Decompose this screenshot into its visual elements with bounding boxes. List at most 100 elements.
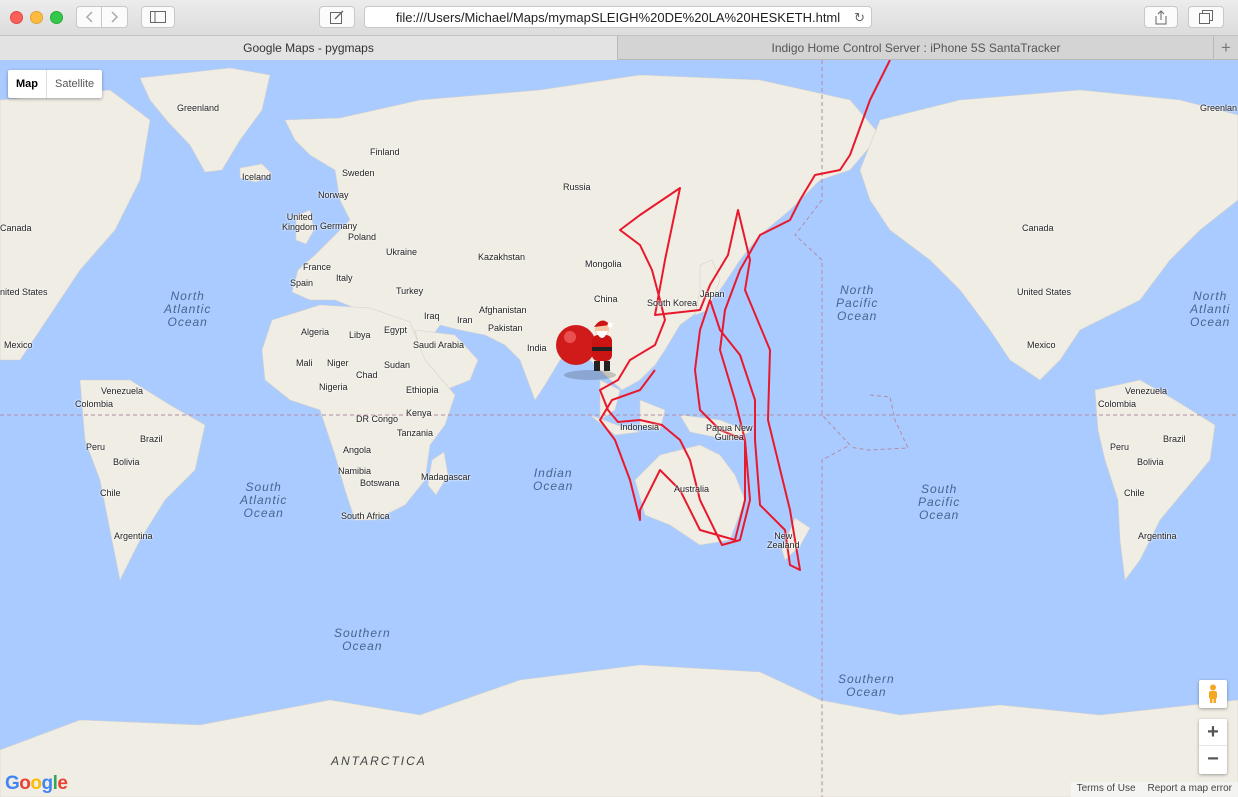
label-iraq: Iraq: [424, 311, 440, 321]
compose-button[interactable]: [319, 6, 355, 28]
landmass-antarctica: [0, 664, 1238, 797]
label-south-africa: South Africa: [341, 511, 390, 521]
label-brazil: Brazil: [140, 434, 163, 444]
label-argentina: Argentina: [1138, 531, 1177, 541]
back-icon: [85, 11, 93, 23]
label-france: France: [303, 262, 332, 272]
compose-icon: [330, 10, 344, 24]
reload-icon[interactable]: ↻: [854, 10, 865, 26]
label-india: India: [527, 343, 547, 353]
pegman-icon: [1209, 684, 1217, 703]
report-map-error-link[interactable]: Report a map error: [1142, 782, 1238, 797]
label-norway: Norway: [318, 190, 349, 200]
plus-icon: +: [1221, 38, 1231, 57]
map-footer: Terms of Use Report a map error: [1070, 782, 1238, 797]
label-sweden: Sweden: [342, 168, 375, 178]
map-canvas[interactable]: Greenland Greenlan Iceland Finland Swede…: [0, 60, 1238, 797]
label-southern-ocean: Southern Ocean: [838, 672, 895, 699]
forward-icon: [110, 11, 118, 23]
label-peru: Peru: [1110, 442, 1130, 452]
map-type-control: Map Satellite: [8, 70, 103, 98]
label-uk: United Kingdom: [282, 212, 318, 232]
label-brazil: Brazil: [1163, 434, 1186, 444]
label-antarctica: ANTARCTICA: [331, 754, 427, 768]
label-indian-ocean: Indian Ocean: [533, 466, 574, 493]
tabs-overview-button[interactable]: [1188, 6, 1224, 28]
label-finland: Finland: [370, 147, 400, 157]
sidebar-icon: [150, 11, 166, 23]
label-australia: Australia: [674, 484, 710, 494]
label-spain: Spain: [290, 278, 314, 288]
label-south-pacific-ocean: South Pacific Ocean: [918, 482, 961, 522]
tab-google-maps[interactable]: Google Maps - pygmaps: [0, 36, 618, 60]
label-botswana: Botswana: [360, 478, 400, 488]
label-namibia: Namibia: [338, 466, 372, 476]
label-argentina: Argentina: [114, 531, 153, 541]
label-south-korea: South Korea: [647, 298, 698, 308]
world-basemap: [0, 60, 1238, 797]
zoom-out-button[interactable]: −: [1199, 746, 1227, 773]
share-icon: [1155, 9, 1167, 24]
label-egypt: Egypt: [384, 325, 408, 335]
label-new-zealand: New Zealand: [767, 531, 800, 550]
tab-indigo[interactable]: Indigo Home Control Server : iPhone 5S S…: [619, 36, 1213, 60]
label-chad: Chad: [356, 370, 378, 380]
label-south-atlantic-ocean: South Atlantic Ocean: [240, 480, 288, 520]
label-ukraine: Ukraine: [386, 247, 418, 257]
street-view-pegman-button[interactable]: [1199, 680, 1227, 708]
share-button[interactable]: [1144, 6, 1178, 28]
label-north-atlantic-ocean: North Atlantic Ocean: [164, 289, 212, 329]
label-madagascar: Madagascar: [421, 472, 471, 482]
minimize-window-button[interactable]: [30, 11, 43, 24]
label-japan: Japan: [700, 289, 725, 299]
label-venezuela: Venezuela: [101, 386, 144, 396]
label-libya: Libya: [349, 330, 371, 340]
label-chile: Chile: [100, 488, 121, 498]
label-iran: Iran: [457, 315, 473, 325]
sidebar-button[interactable]: [141, 6, 175, 28]
label-venezuela: Venezuela: [1125, 386, 1168, 396]
forward-button[interactable]: [102, 6, 128, 28]
label-nigeria: Nigeria: [319, 382, 348, 392]
label-sudan: Sudan: [384, 360, 411, 370]
label-bolivia: Bolivia: [113, 457, 140, 467]
landmass-north-america: [859, 89, 1238, 381]
zoom-in-button[interactable]: +: [1199, 719, 1227, 746]
label-mali: Mali: [296, 358, 313, 368]
label-greenland: Greenland: [177, 103, 220, 113]
map-type-satellite-button[interactable]: Satellite: [47, 70, 102, 98]
label-turkey: Turkey: [396, 286, 424, 296]
zoom-control: + −: [1199, 719, 1227, 774]
label-saudi-arabia: Saudi Arabia: [413, 340, 465, 350]
zoom-window-button[interactable]: [50, 11, 63, 24]
label-north-pacific-ocean: North Pacific Ocean: [836, 283, 879, 323]
back-button[interactable]: [76, 6, 102, 28]
landmass-south-america: [1094, 379, 1216, 581]
label-ethiopia: Ethiopia: [406, 385, 439, 395]
map-type-map-button[interactable]: Map: [8, 70, 47, 98]
label-north-atlantic-ocean: North Atlanti Ocean: [1190, 289, 1231, 329]
label-iceland: Iceland: [242, 172, 272, 182]
label-united-states: United States: [1017, 287, 1072, 297]
label-canada: Canada: [0, 223, 32, 233]
new-tab-button[interactable]: +: [1213, 36, 1238, 60]
tab-label: Indigo Home Control Server : iPhone 5S S…: [771, 41, 1061, 55]
label-peru: Peru: [86, 442, 106, 452]
label-mongolia: Mongolia: [585, 259, 622, 269]
url-text: file:///Users/Michael/Maps/mymapSLEIGH%2…: [395, 9, 841, 25]
google-logo[interactable]: Google: [5, 773, 68, 795]
terms-of-use-link[interactable]: Terms of Use: [1071, 782, 1142, 797]
address-bar[interactable]: file:///Users/Michael/Maps/mymapSLEIGH%2…: [364, 6, 872, 28]
label-canada: Canada: [1022, 223, 1054, 233]
tabs-overview-icon: [1199, 10, 1213, 24]
label-algeria: Algeria: [301, 327, 330, 337]
browser-toolbar: file:///Users/Michael/Maps/mymapSLEIGH%2…: [0, 0, 1238, 36]
label-afghanistan: Afghanistan: [479, 305, 527, 315]
label-poland: Poland: [348, 232, 377, 242]
label-pakistan: Pakistan: [488, 323, 523, 333]
close-window-button[interactable]: [10, 11, 23, 24]
santa-sleigh-marker[interactable]: [554, 315, 626, 383]
label-kenya: Kenya: [406, 408, 432, 418]
label-papua-new-guinea: Papua New Guinea: [706, 423, 753, 442]
label-germany: Germany: [320, 221, 358, 231]
